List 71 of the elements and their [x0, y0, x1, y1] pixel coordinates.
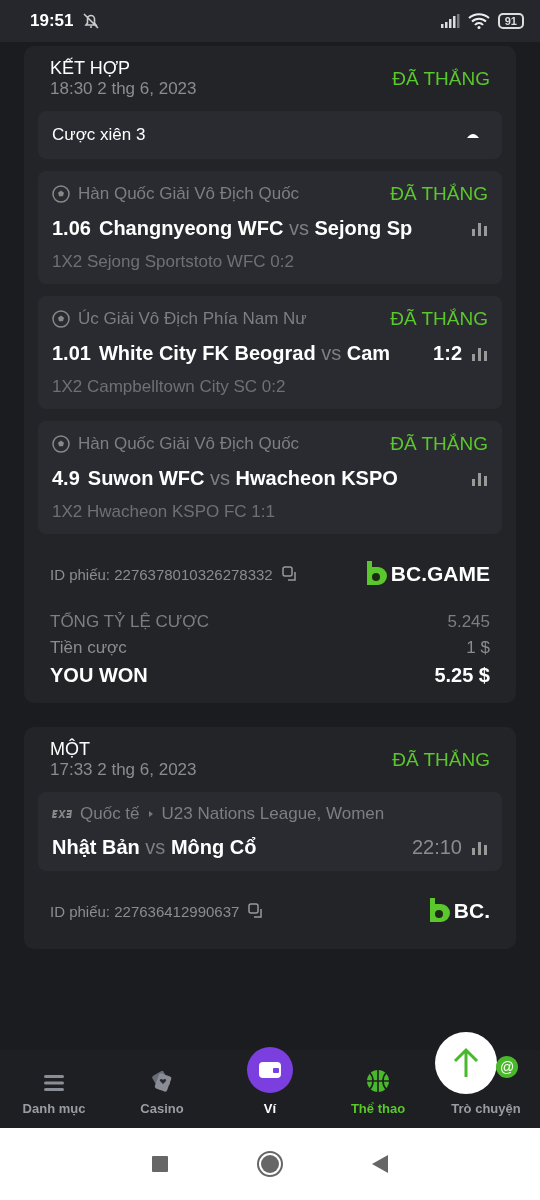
home-icon[interactable] — [256, 1150, 284, 1178]
wifi-icon — [467, 13, 490, 29]
league-name: Hàn Quốc Giải Vô Địch Quốc — [78, 434, 300, 454]
basketball-3x3-icon — [52, 808, 72, 820]
bet-pick: 1X2 Campbelltown City SC 0:2 — [52, 377, 287, 397]
basketball-icon — [366, 1069, 390, 1093]
match-status: ĐÃ THẮNG — [390, 183, 488, 205]
battery-indicator: 91 — [497, 13, 524, 29]
clock-time: 19:51 — [30, 11, 74, 31]
league-name: Hàn Quốc Giải Vô Địch Quốc — [78, 184, 300, 204]
bet-pick: 1X2 Hwacheon KSPO FC 1:1 — [52, 502, 276, 522]
odds-value: 1.06 — [52, 217, 91, 240]
nav-tab[interactable]: Thể thao — [350, 1069, 406, 1116]
playing-cards-icon — [150, 1069, 174, 1093]
stats-icon[interactable] — [470, 839, 488, 856]
league-name: Úc Giải Vô Địch Phía Nam Nư — [78, 309, 307, 329]
match-score: 1:2 — [433, 342, 462, 365]
match-teams: Suwon WFC vs Hwacheon KSPO — [87, 467, 398, 490]
bet-type: MỘT — [50, 739, 91, 760]
match-card[interactable]: Hàn Quốc Giải Vô Địch Quốc ĐÃ THẮNG 1.06 Changnyeong WFC vs Sejong Sp 1X2 Sejong Sportstoto WFC 0:2 — [38, 171, 502, 284]
wallet-icon — [247, 1047, 293, 1093]
summary-value: 5.245 — [447, 612, 490, 632]
recents-icon[interactable] — [150, 1154, 170, 1174]
match-card[interactable]: Úc Giải Vô Địch Phía Nam Nư ĐÃ THẮNG 1.01 White City FK Beograd vs Cam 1:2 1X2 Campbelltown City SC 0:2 — [38, 296, 502, 409]
brand-name: BC. — [453, 899, 490, 923]
bet-date: 18:30 2 thg 6, 2023 — [50, 79, 197, 99]
stats-icon[interactable] — [470, 345, 488, 362]
odds-value: 1.01 — [52, 342, 91, 365]
match-score: 22:10 — [411, 836, 462, 859]
bet-date: 17:33 2 thg 6, 2023 — [50, 760, 197, 780]
league-name: U23 Nations League, Women — [161, 804, 385, 824]
match-status: ĐÃ THẮNG — [390, 433, 488, 455]
summary-label: TỔNG TỶ LỆ CƯỢC — [50, 612, 210, 632]
soccer-ball-icon — [52, 435, 70, 453]
chat-badge: @ — [496, 1056, 518, 1078]
copy-icon[interactable] — [280, 565, 299, 583]
bet-status: ĐÃ THẮNG — [392, 67, 490, 90]
soccer-ball-icon — [52, 185, 70, 203]
match-teams: Nhật Bản vs Mông Cổ — [52, 836, 257, 859]
league-name: Quốc tế — [80, 804, 140, 824]
menu-icon — [43, 1073, 65, 1093]
summary-label: YOU WON — [50, 664, 148, 687]
summary-label: Tiền cược — [50, 638, 127, 658]
parlay-dropdown[interactable]: Cược xiên 3 — [38, 111, 502, 159]
nav-tab[interactable]: Trò chuyện — [451, 1101, 521, 1116]
match-card[interactable]: Hàn Quốc Giải Vô Địch Quốc ĐÃ THẮNG 4.9 Suwon WFC vs Hwacheon KSPO 1X2 Hwacheon KSPO FC 1:1 — [38, 421, 502, 534]
nav-tab[interactable]: Casino — [140, 1069, 184, 1116]
brand-name: BC.GAME — [390, 562, 490, 586]
signal-icon — [439, 14, 460, 28]
match-teams: White City FK Beograd vs Cam — [98, 342, 391, 365]
stats-icon[interactable] — [470, 220, 488, 237]
arrow-up-icon — [452, 1047, 480, 1079]
summary-value: 1 $ — [466, 638, 490, 658]
nav-tab[interactable]: Danh mục — [22, 1073, 86, 1116]
chevron-right-icon — [147, 810, 154, 818]
bet-pick: 1X2 Sejong Sportstoto WFC 0:2 — [52, 252, 295, 272]
match-status: ĐÃ THẮNG — [390, 308, 488, 330]
back-icon[interactable] — [370, 1154, 390, 1174]
ticket-id: ID phiếu: 227636412990637 — [50, 902, 240, 920]
ticket-id: ID phiếu: 2276378010326278332 — [50, 565, 273, 583]
match-card[interactable]: Quốc tế U23 Nations League, Women Nhật Bản vs Mông Cổ 22:10 — [38, 792, 502, 871]
odds-value: 4.9 — [52, 467, 80, 490]
bet-status: ĐÃ THẮNG — [392, 748, 490, 771]
bet-type: KẾT HỢP — [50, 58, 132, 79]
logo-icon — [427, 897, 450, 925]
stats-icon[interactable] — [470, 470, 488, 487]
logo-icon — [364, 560, 387, 588]
summary-value: 5.25 $ — [434, 664, 490, 687]
soccer-ball-icon — [52, 310, 70, 328]
nav-tab[interactable]: Ví — [247, 1047, 293, 1116]
match-teams: Changnyeong WFC vs Sejong Sp — [98, 217, 413, 240]
